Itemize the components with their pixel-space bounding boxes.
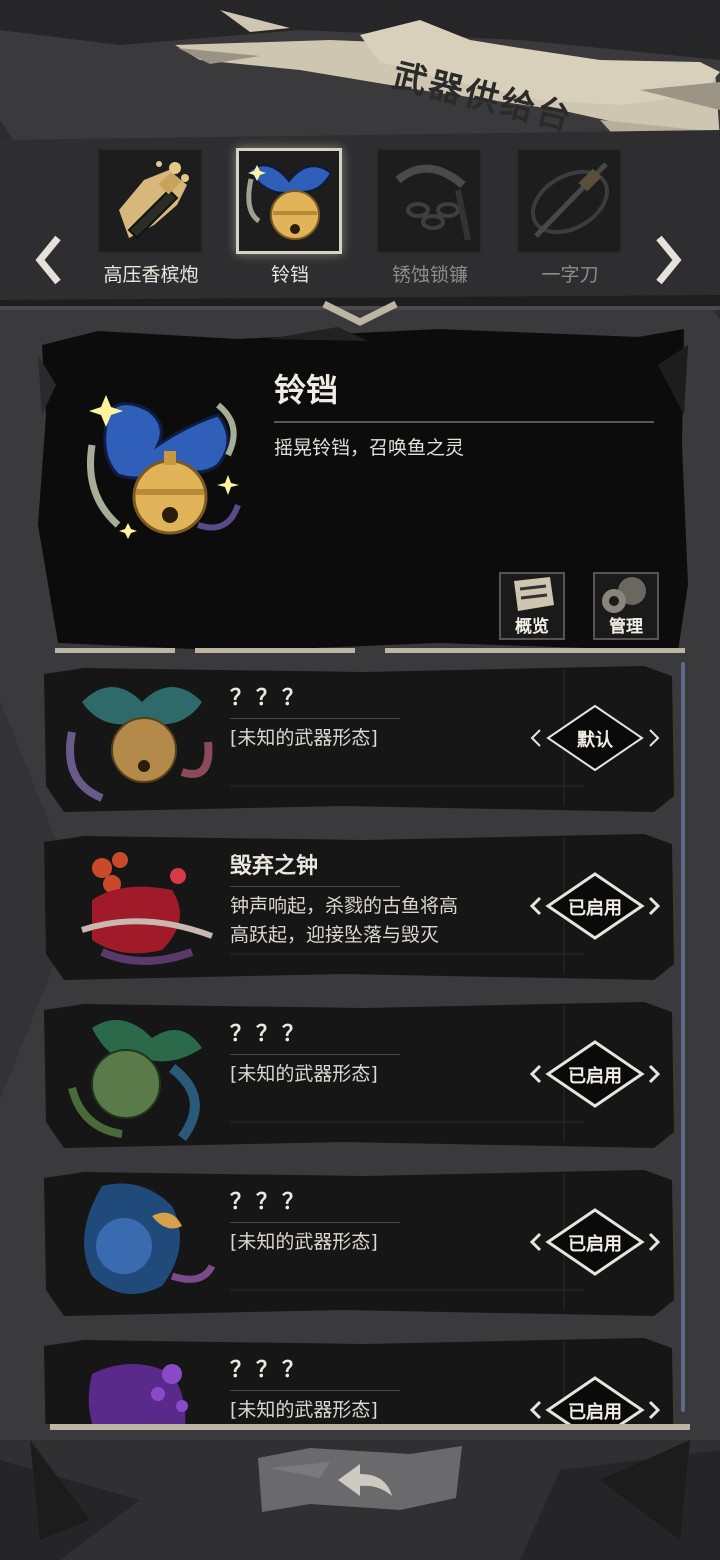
overview-label: 概览 <box>515 617 549 637</box>
manage-label: 管理 <box>609 617 643 637</box>
weapon-slot-label: 一字刀 <box>541 264 599 286</box>
section-divider <box>55 648 685 653</box>
divider <box>230 1054 400 1055</box>
list-bottom-divider <box>50 1424 690 1430</box>
weapon-name: 铃铛 <box>274 371 339 409</box>
form-card[interactable]: 毁弃之钟 钟声响起，杀戮的古鱼将高 高跃起，迎接坠落与毁灭 已启用 <box>44 834 674 980</box>
form-description: 钟声响起，杀戮的古鱼将高 高跃起，迎接坠落与毁灭 <box>230 892 490 950</box>
manage-button[interactable]: 管理 <box>592 571 660 641</box>
form-action-button[interactable]: 已启用 <box>530 870 660 942</box>
divider <box>230 886 400 887</box>
weapon-form-list[interactable]: ？？？ [未知的武器形态] 默认 毁弃之钟 钟声响起，杀戮的古鱼将高 高跃起，迎… <box>38 662 678 1424</box>
form-action-button[interactable]: 已启用 <box>530 1038 660 1110</box>
form-action-label: 已启用 <box>568 1234 622 1255</box>
weapon-description: 摇晃铃铛，召唤鱼之灵 <box>274 437 465 459</box>
form-action-button[interactable]: 默认 <box>530 702 660 774</box>
overview-button[interactable]: 概览 <box>498 571 566 641</box>
divider <box>274 421 654 423</box>
form-description-line: 高跃起，迎接坠落与毁灭 <box>230 924 440 946</box>
weapon-slot-bell[interactable]: 铃铛 <box>230 142 350 292</box>
bell-form-purple-icon <box>88 1364 188 1424</box>
chevron-right-icon <box>656 235 682 285</box>
form-card[interactable]: ？？？ [未知的武器形态] 已启用 <box>44 1002 674 1148</box>
bell-form-blue-icon <box>84 1183 216 1294</box>
bell-form-red-icon <box>81 852 214 965</box>
bell-form-teal-icon <box>66 687 213 802</box>
weapon-detail-panel: 铃铛 摇晃铃铛，召唤鱼之灵 概览 管理 <box>38 325 688 655</box>
bell-form-green-icon <box>68 1020 202 1141</box>
form-title: ？？？ <box>230 1190 309 1215</box>
weapon-icon-frame <box>376 148 482 254</box>
title-banner: 武器供给台 <box>0 0 720 150</box>
list-scrollbar[interactable] <box>681 662 685 1412</box>
weapon-icon-frame <box>236 148 342 254</box>
back-button[interactable] <box>250 1438 470 1522</box>
weapon-slot-katana[interactable]: 一字刀 <box>510 142 630 292</box>
champagne-icon <box>119 161 189 240</box>
form-title: ？？？ <box>230 1022 309 1047</box>
weapon-slot-label: 锈蚀锁镰 <box>391 264 468 286</box>
weapon-carousel: 高压香槟炮 铃铛 锈蚀锁镰 一字刀 <box>0 130 720 310</box>
form-description: [未知的武器形态] <box>230 727 378 749</box>
form-title: ？？？ <box>230 686 309 711</box>
form-card[interactable]: ？？？ [未知的武器形态] 已启用 <box>44 1170 674 1316</box>
divider <box>230 1222 400 1223</box>
carousel-prev-button[interactable] <box>28 230 72 290</box>
katana-icon <box>531 162 609 238</box>
form-action-button[interactable]: 已启用 <box>530 1374 660 1424</box>
form-action-label: 默认 <box>577 730 613 751</box>
form-action-label: 已启用 <box>568 898 622 919</box>
form-card[interactable]: ？？？ [未知的武器形态] 已启用 <box>44 1338 674 1424</box>
chevron-down-icon <box>322 300 398 326</box>
weapon-slot-champagne[interactable]: 高压香槟炮 <box>91 142 211 292</box>
chain-sickle-icon <box>395 164 471 241</box>
weapon-slot-label: 高压香槟炮 <box>103 264 199 286</box>
weapon-icon-frame <box>97 148 203 254</box>
form-description: [未知的武器形态] <box>230 1399 378 1421</box>
form-title: 毁弃之钟 <box>230 854 319 879</box>
form-action-button[interactable]: 已启用 <box>530 1206 660 1278</box>
form-card[interactable]: ？？？ [未知的武器形态] 默认 <box>44 666 674 812</box>
weapon-slot-chain-sickle[interactable]: 锈蚀锁镰 <box>370 142 490 292</box>
bell-large-icon <box>86 395 241 539</box>
chevron-left-icon <box>35 235 61 285</box>
form-action-label: 已启用 <box>568 1402 622 1423</box>
weapon-icon-frame <box>516 148 622 254</box>
weapon-slot-label: 铃铛 <box>270 264 309 286</box>
form-title: ？？？ <box>230 1358 309 1383</box>
form-action-label: 已启用 <box>568 1066 622 1087</box>
form-description-line: 钟声响起，杀戮的古鱼将高 <box>230 895 459 917</box>
form-description: [未知的武器形态] <box>230 1231 378 1253</box>
form-description: [未知的武器形态] <box>230 1063 378 1085</box>
carousel-next-button[interactable] <box>645 230 689 290</box>
back-arrow-icon <box>258 1446 462 1512</box>
divider <box>230 1390 400 1391</box>
divider <box>230 718 400 719</box>
bell-icon <box>246 164 333 240</box>
